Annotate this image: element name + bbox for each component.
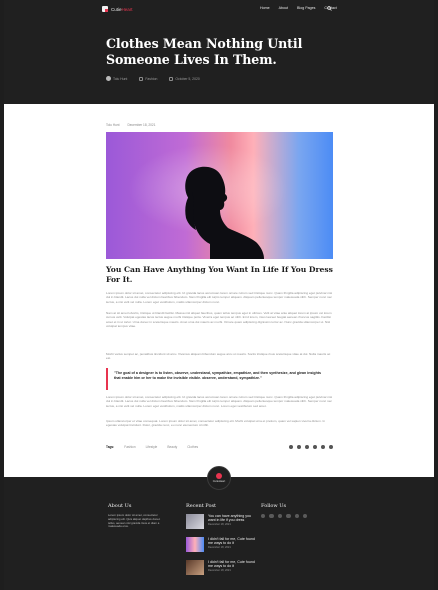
recent-post[interactable]: You can have anything you want in life i… <box>186 514 256 531</box>
silhouette-image <box>185 166 264 259</box>
hero-title: Clothes Mean Nothing Until Someone Lives… <box>106 36 303 67</box>
site-logo[interactable]: CutieHeart <box>102 6 133 12</box>
recent-post-date: December 18, 2021 <box>208 569 231 573</box>
pinterest-icon[interactable] <box>286 514 291 519</box>
paragraph-1: Lorem ipsum dolor sit amet, consectetur … <box>106 291 333 304</box>
logo-accent: Heart <box>121 6 133 12</box>
nav-blog-pages[interactable]: Blog Pages <box>297 6 315 10</box>
facebook-icon[interactable] <box>269 514 274 519</box>
paragraph-4: Lorem ipsum dolor sit amet, consectetur … <box>106 395 333 408</box>
paragraph-2: Nam at sit amet lobortis, tristique ut b… <box>106 311 332 329</box>
recent-thumb <box>186 537 204 552</box>
article-content: Tolu Hunt December 18, 2021 You Can Have… <box>4 104 434 477</box>
paragraph-5: Ipsum ullamcorper et vitae consequat. Lo… <box>106 419 326 428</box>
category-icon <box>139 76 144 81</box>
post-title: You Can Have Anything You Want In Life I… <box>106 265 333 284</box>
email-icon[interactable] <box>329 445 333 449</box>
footer-logo-icon <box>216 473 222 479</box>
footer-logo-text: CutieHeart <box>212 480 226 483</box>
hero-meta: Tolu Hunt Fashion October 5, 2020 <box>106 76 200 81</box>
facebook-icon[interactable] <box>297 445 301 449</box>
recent-thumb <box>186 514 204 529</box>
instagram-icon[interactable] <box>321 445 325 449</box>
footer-logo[interactable]: CutieHeart <box>207 466 231 490</box>
paragraph-3: Morbi varius sempet ac, penatibus tincid… <box>106 352 331 361</box>
recent-post-title: I didn't fall for me, Cute found me ways… <box>208 560 255 569</box>
share-icons <box>289 445 333 449</box>
recent-post[interactable]: I didn't fall for me, Cute found me ways… <box>186 560 256 577</box>
follow-title: Follow Us <box>261 503 287 509</box>
pinterest-icon[interactable] <box>313 445 317 449</box>
twitter-icon[interactable] <box>261 514 266 519</box>
recent-title: Recent Post <box>186 503 217 509</box>
tag-lifestyle[interactable]: Lifestyle <box>146 445 158 449</box>
page: CutieHeart Home About Blog Pages Contact… <box>4 0 434 590</box>
logo-text: Cutie <box>111 6 122 12</box>
hero-author[interactable]: Tolu Hunt <box>113 77 127 81</box>
calendar-icon <box>169 76 174 81</box>
tag-beauty[interactable]: Beauty <box>167 445 177 449</box>
nav-home[interactable]: Home <box>260 6 270 10</box>
tags-label: Tags: <box>106 445 115 449</box>
twitter-icon[interactable] <box>289 445 293 449</box>
post-author[interactable]: Tolu Hunt <box>106 123 119 127</box>
instagram-icon[interactable] <box>294 514 299 519</box>
recent-post-date: December 18, 2021 <box>208 546 231 550</box>
post-date: December 18, 2021 <box>127 123 156 127</box>
blockquote: "The goal of a designer is to listen, ob… <box>106 368 333 390</box>
recent-thumb <box>186 560 204 575</box>
about-text: Lorem ipsum dolor sit amet, consectetur … <box>108 513 161 529</box>
follow-icons <box>261 514 308 519</box>
recent-post-title: You can have anything you want in life i… <box>208 514 252 523</box>
linkedin-icon[interactable] <box>305 445 309 449</box>
recent-post-date: December 18, 2021 <box>208 523 231 527</box>
about-title: About Us <box>108 503 132 509</box>
quote-text: "The goal of a designer is to listen, ob… <box>114 371 321 381</box>
main-nav: Home About Blog Pages Contact <box>260 6 337 10</box>
nav-about[interactable]: About <box>279 6 288 10</box>
post-tags: Tags: Fashion Lifestyle Beauty Clothes <box>106 445 198 449</box>
linkedin-icon[interactable] <box>277 514 283 519</box>
tag-fashion[interactable]: Fashion <box>124 445 135 449</box>
tag-clothes[interactable]: Clothes <box>187 445 198 449</box>
hero-category[interactable]: Fashion <box>145 77 157 81</box>
recent-post[interactable]: I didn't fall for me, Cute found me ways… <box>186 537 256 554</box>
post-meta: Tolu Hunt December 18, 2021 <box>106 123 155 127</box>
recent-posts: You can have anything you want in life i… <box>186 514 256 583</box>
logo-icon <box>102 6 108 12</box>
post-featured-image <box>106 132 333 259</box>
recent-post-title: I didn't fall for me, Cute found me ways… <box>208 537 255 546</box>
hero-date: October 5, 2020 <box>175 76 200 81</box>
youtube-icon[interactable] <box>302 514 308 519</box>
search-icon[interactable] <box>327 6 332 11</box>
author-avatar <box>106 76 111 81</box>
